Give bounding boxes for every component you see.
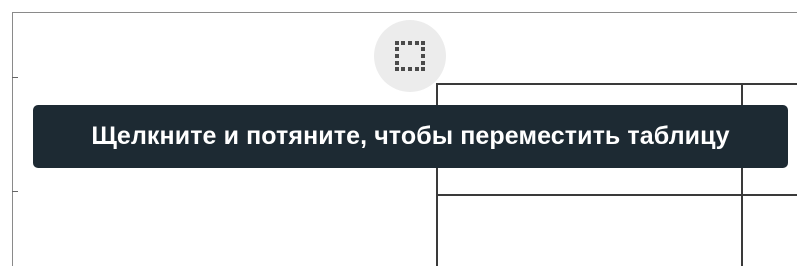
page-top-edge	[12, 12, 797, 13]
ruler-tick	[12, 191, 18, 192]
ruler-tick	[12, 77, 18, 78]
move-table-tooltip: Щелкните и потяните, чтобы переместить т…	[33, 105, 788, 168]
table-row-divider[interactable]	[436, 194, 797, 196]
dotted-square-move-icon	[393, 39, 427, 73]
table-border-top	[436, 83, 797, 85]
table-move-handle[interactable]	[374, 20, 446, 92]
page-left-edge	[12, 12, 13, 266]
document-canvas: Щелкните и потяните, чтобы переместить т…	[0, 0, 797, 266]
tooltip-text: Щелкните и потяните, чтобы переместить т…	[91, 122, 730, 150]
